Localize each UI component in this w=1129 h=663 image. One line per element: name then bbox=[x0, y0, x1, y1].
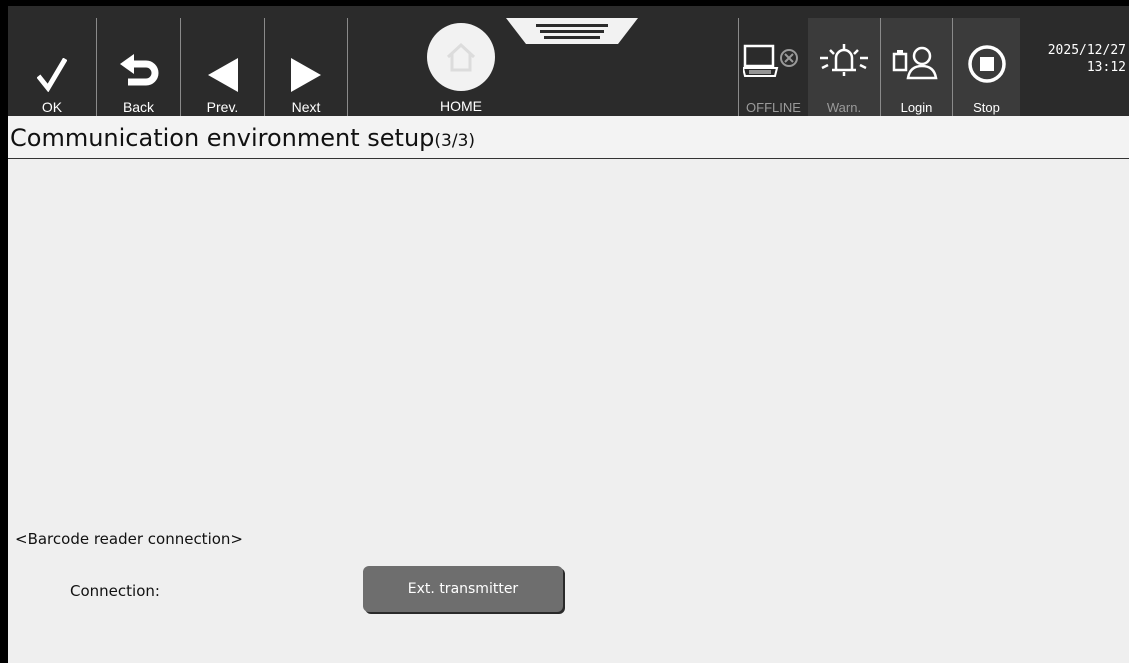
ok-label: OK bbox=[41, 99, 63, 115]
title-bar: Communication environment setup(3/3) bbox=[8, 116, 1129, 159]
login-label: Login bbox=[900, 100, 933, 115]
prev-label: Prev. bbox=[206, 99, 239, 115]
connection-label: Connection: bbox=[70, 582, 160, 600]
warn-label: Warn. bbox=[826, 100, 862, 115]
offline-label: OFFLINE bbox=[746, 100, 801, 115]
time-text: 13:12 bbox=[1086, 60, 1126, 75]
user-login-icon bbox=[892, 46, 938, 80]
stop-label: Stop bbox=[973, 100, 1000, 115]
connection-select-button[interactable]: Ext. transmitter bbox=[363, 566, 563, 612]
page-title: Communication environment setup(3/3) bbox=[10, 124, 475, 152]
back-arrow-icon bbox=[119, 54, 158, 86]
top-toolbar: OK Back Prev. Next HOME OFFLINE Warn. Lo… bbox=[8, 6, 1129, 116]
login-button[interactable]: Login bbox=[880, 18, 952, 116]
back-label: Back bbox=[122, 99, 155, 115]
clock-display: 2025/12/27 13:12 bbox=[1022, 42, 1126, 76]
checkmark-icon bbox=[37, 58, 67, 92]
bell-warning-icon bbox=[820, 44, 868, 76]
next-button[interactable]: Next bbox=[264, 18, 348, 116]
triangle-right-icon bbox=[291, 58, 321, 92]
back-button[interactable]: Back bbox=[96, 18, 180, 116]
app-frame: OK Back Prev. Next HOME OFFLINE Warn. Lo… bbox=[8, 6, 1129, 663]
next-label: Next bbox=[291, 99, 321, 115]
offline-status: OFFLINE bbox=[738, 18, 808, 116]
barcode-section-heading: <Barcode reader connection> bbox=[15, 530, 243, 548]
date-text: 2025/12/27 bbox=[1047, 43, 1126, 58]
triangle-left-icon bbox=[207, 58, 238, 92]
stop-button[interactable]: Stop bbox=[952, 18, 1020, 116]
warning-status[interactable]: Warn. bbox=[808, 18, 880, 116]
page-title-text: Communication environment setup bbox=[10, 124, 435, 152]
computer-disconnected-icon bbox=[743, 44, 798, 77]
prev-button[interactable]: Prev. bbox=[180, 18, 264, 116]
page-indicator: (3/3) bbox=[434, 131, 476, 151]
ok-button[interactable]: OK bbox=[8, 18, 96, 116]
home-button[interactable] bbox=[427, 23, 495, 91]
house-icon bbox=[446, 42, 476, 72]
home-label: HOME bbox=[440, 98, 482, 114]
pull-down-handle-icon[interactable] bbox=[506, 18, 638, 44]
stop-icon bbox=[968, 45, 1006, 83]
